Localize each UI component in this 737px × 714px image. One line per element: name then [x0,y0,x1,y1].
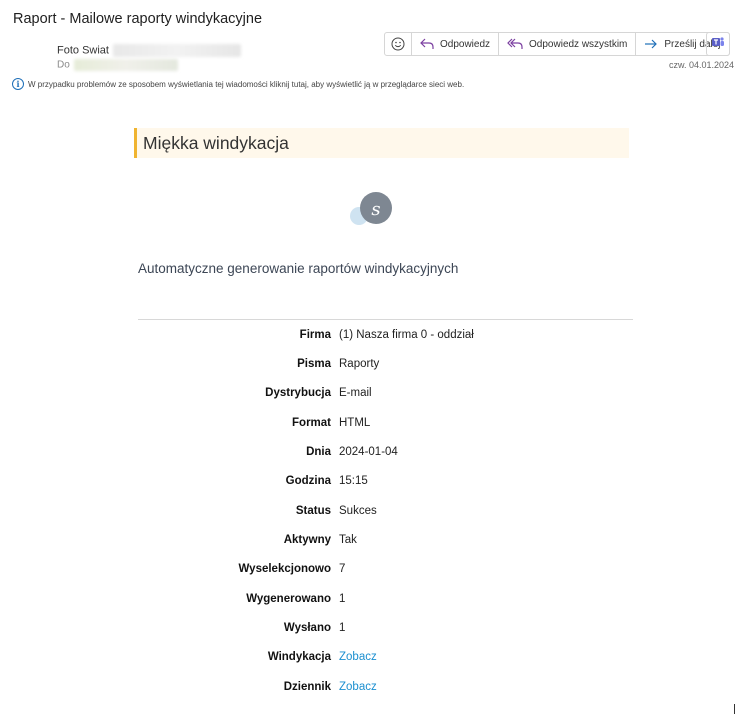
detail-value: 1 [339,592,346,605]
smiley-icon [391,37,405,51]
message-toolbar: Odpowiedz Odpowiedz wszystkim Prześlij d… [384,32,730,56]
banner-title: Miękka windykacja [143,132,289,153]
reply-all-button[interactable]: Odpowiedz wszystkim [499,33,637,55]
view-in-browser-notice[interactable]: i W przypadku problemów ze sposobem wyśw… [12,78,464,90]
teams-button[interactable] [706,32,730,56]
detail-key: Pisma [297,358,331,371]
text-cursor [734,704,735,714]
detail-row-godzina: Godzina 15:15 [138,467,633,496]
detail-value: HTML [339,416,371,429]
windykacja-link[interactable]: Zobacz [339,651,377,663]
detail-value: 2024-01-04 [339,446,398,459]
detail-key: Format [292,416,331,429]
detail-value: E-mail [339,387,372,400]
detail-row-dziennik: Dziennik Zobacz [138,672,633,701]
report-details: Firma (1) Nasza firma 0 - oddział Pisma … [138,320,633,701]
recipient[interactable]: Do [57,59,178,71]
detail-key: Firma [299,328,331,341]
reply-button[interactable]: Odpowiedz [412,33,500,55]
detail-row-wyslano: Wysłano 1 [138,613,633,642]
detail-key: Wyselekcjonowo [238,563,331,576]
reply-icon [420,38,434,50]
reply-all-icon [507,38,523,50]
tagline: Automatyczne generowanie raportów windyk… [138,261,459,276]
detail-key: Windykacja [267,651,331,664]
sender-address-redacted [112,44,241,57]
detail-row-wygenerowano: Wygenerowano 1 [138,584,633,613]
detail-row-aktywny: Aktywny Tak [138,525,633,554]
teams-icon [711,35,725,54]
detail-row-windykacja: Windykacja Zobacz [138,643,633,672]
app-logo-icon: s [349,191,395,227]
detail-row-format: Format HTML [138,408,633,437]
reply-label: Odpowiedz [440,38,491,50]
detail-row-pisma: Pisma Raporty [138,349,633,378]
detail-key: Dnia [306,446,331,459]
detail-key: Dziennik [283,680,331,693]
detail-key: Wygenerowano [246,592,331,605]
detail-key: Dystrybucja [265,387,331,400]
detail-row-dnia: Dnia 2024-01-04 [138,437,633,466]
detail-value: Tak [339,534,357,547]
info-text: W przypadku problemów ze sposobem wyświe… [28,79,465,89]
received-date: czw. 04.01.2024 [668,60,734,70]
detail-value: 1 [339,622,346,635]
detail-row-dystrybucja: Dystrybucja E-mail [138,379,633,408]
detail-value: 7 [339,563,346,576]
reaction-button[interactable] [385,33,412,55]
header-banner: Miękka windykacja [134,128,629,158]
detail-key: Status [295,504,331,517]
dziennik-link[interactable]: Zobacz [339,681,377,693]
detail-value: (1) Nasza firma 0 - oddział [339,328,474,341]
logo-letter: s [371,199,380,220]
detail-key: Aktywny [283,534,331,547]
to-label: Do [57,59,70,71]
detail-value: Raporty [339,358,380,371]
email-subject: Raport - Mailowe raporty windykacyjne [13,11,263,27]
recipient-address-redacted [73,59,178,71]
detail-row-status: Status Sukces [138,496,633,525]
detail-row-firma: Firma (1) Nasza firma 0 - oddział [138,320,633,349]
sender[interactable]: Foto Swiat [57,44,241,57]
detail-value: Sukces [339,504,377,517]
detail-key: Godzina [285,475,331,488]
detail-value: 15:15 [339,475,368,488]
info-icon: i [12,78,24,90]
detail-row-wyselekcjonowo: Wyselekcjonowo 7 [138,555,633,584]
detail-key: Wysłano [283,622,331,635]
reply-all-label: Odpowiedz wszystkim [529,38,628,50]
sender-name: Foto Swiat [57,44,109,57]
forward-arrow-icon [644,38,658,50]
